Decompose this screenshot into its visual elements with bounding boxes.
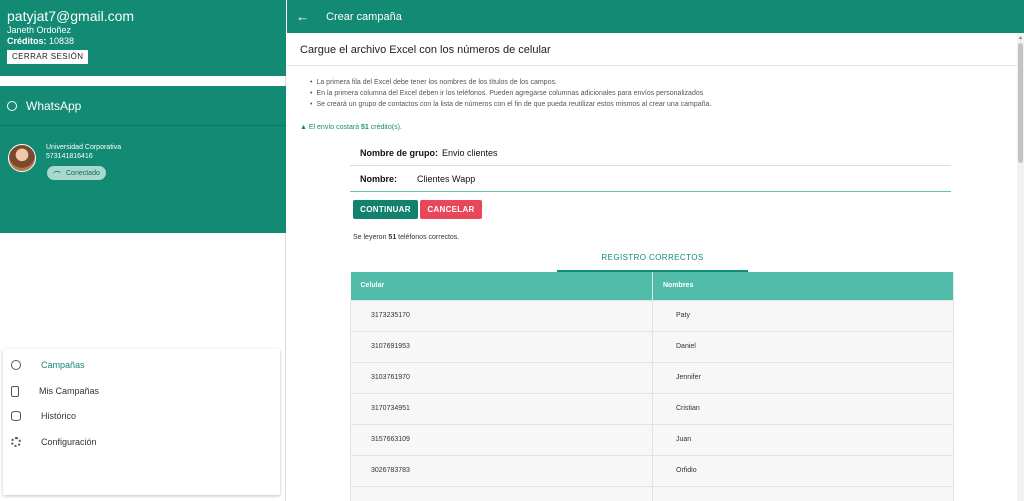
whatsapp-account-panel: Universidad Corporativa 573141816416 Con… [0,126,286,233]
credits-label: Créditos: [7,36,47,46]
cell-nombre [652,485,954,501]
table-row: 3173235170 Paty [350,299,954,332]
name-field[interactable]: Nombre: Clientes Wapp [350,166,951,192]
sidebar: patyjat7@gmail.com Janeth Ordoñez Crédit… [0,0,286,501]
instructions-list: La primera fila del Excel debe tener los… [310,77,711,110]
name-label: Nombre: [360,173,398,184]
top-bar: ← Crear campaña [287,0,1024,33]
cell-celular [350,485,653,501]
name-value: Clientes Wapp [417,173,476,184]
instruction-item: En la primera columna del Excel deben ir… [310,88,711,99]
user-email: patyjat7@gmail.com [7,8,135,24]
group-name-value: Envio clientes [442,147,498,158]
sidebar-item-mis-campanas[interactable]: Mis Campañas [3,381,280,401]
whatsapp-icon [11,360,21,370]
records-table: Celular Nombres 3173235170 Paty 310769195… [350,272,954,501]
table-row: 3107691953 Daniel [350,330,954,363]
scrollbar[interactable]: ▲ [1017,33,1024,501]
table-row [350,485,954,501]
cell-celular: 3157663109 [350,423,653,456]
sidebar-menu: Campañas Mis Campañas Histórico Configur… [3,349,280,495]
table-row: 3026783783 Orfidio [350,454,954,487]
avatar [8,144,36,172]
tab-registro-correctos[interactable]: REGISTRO CORRECTOS [557,251,748,271]
database-icon [11,411,21,421]
page-title: Crear campaña [326,10,402,23]
status-label: Conectado [66,169,100,177]
group-name-label: Nombre de grupo: [360,147,438,158]
cell-nombre: Paty [652,299,954,332]
sidebar-item-label: Mis Campañas [39,386,100,396]
card-title: Cargue el archivo Excel con los números … [300,44,551,56]
divider [287,65,1017,66]
read-suffix: teléfonos correctos. [396,234,460,241]
table-header-row: Celular Nombres [350,272,954,300]
credits-value: 10838 [49,36,75,46]
read-summary: Se leyeron 51 teléfonos correctos. [353,234,459,241]
sidebar-item-label: Campañas [41,360,85,370]
sidebar-item-label: Configuración [41,437,97,447]
table-row: 3170734951 Cristian [350,392,954,425]
sidebar-item-historico[interactable]: Histórico [3,406,280,426]
sidebar-item-label: Histórico [41,411,77,421]
cell-celular: 3103761970 [350,361,653,394]
sidebar-item-configuracion[interactable]: Configuración [3,432,280,452]
whatsapp-account-info: Universidad Corporativa 573141816416 [46,143,121,161]
cell-celular: 3026783783 [350,454,653,487]
cell-nombre: Jennifer [652,361,954,394]
continue-button[interactable]: CONTINUAR [353,200,418,219]
status-badge: Conectado [47,166,106,180]
phone-icon [11,385,19,397]
user-credits: Créditos: 10838 [7,36,286,46]
group-name-field[interactable]: Nombre de grupo: Envio clientes [350,140,951,166]
whatsapp-icon [7,100,17,111]
wifi-icon [53,170,61,176]
whatsapp-title: WhatsApp [26,98,82,113]
read-prefix: Se leyeron [353,234,389,241]
instruction-item: La primera fila del Excel debe tener los… [310,77,711,88]
cost-value: 51 [361,124,369,131]
table-row: 3103761970 Jennifer [350,361,954,394]
cancel-button[interactable]: CANCELAR [420,200,482,219]
cell-celular: 3170734951 [350,392,653,425]
column-header-celular[interactable]: Celular [350,272,653,300]
logout-button[interactable]: CERRAR SESIÓN [7,50,89,64]
sidebar-item-campanas[interactable]: Campañas [3,355,280,375]
user-panel: patyjat7@gmail.com Janeth Ordoñez Crédit… [0,0,286,76]
scrollbar-thumb[interactable] [1018,43,1023,163]
cell-nombre: Daniel [652,330,954,363]
whatsapp-header[interactable]: WhatsApp [0,86,286,126]
scroll-up-icon[interactable]: ▲ [1018,35,1023,41]
table-row: 3157663109 Juan [350,423,954,456]
gear-icon [11,437,21,447]
cost-suffix: crédito(s). [368,124,402,131]
user-name: Janeth Ordoñez [7,25,72,35]
cost-prefix: ▲ El envío costará [300,124,362,131]
cell-nombre: Cristian [652,392,954,425]
column-header-nombres[interactable]: Nombres [652,272,954,300]
main-content: Cargue el archivo Excel con los números … [287,33,1017,501]
cell-nombre: Orfidio [652,454,954,487]
instruction-item: Se creará un grupo de contactos con la l… [310,99,711,110]
cell-nombre: Juan [652,423,954,456]
back-arrow-icon[interactable]: ← [296,9,309,24]
cell-celular: 3173235170 [350,299,653,332]
cell-celular: 3107691953 [350,330,653,363]
account-phone: 573141816416 [46,153,93,160]
account-name: Universidad Corporativa [46,144,122,151]
cost-message: ▲ El envío costará 51 crédito(s). [300,124,402,131]
